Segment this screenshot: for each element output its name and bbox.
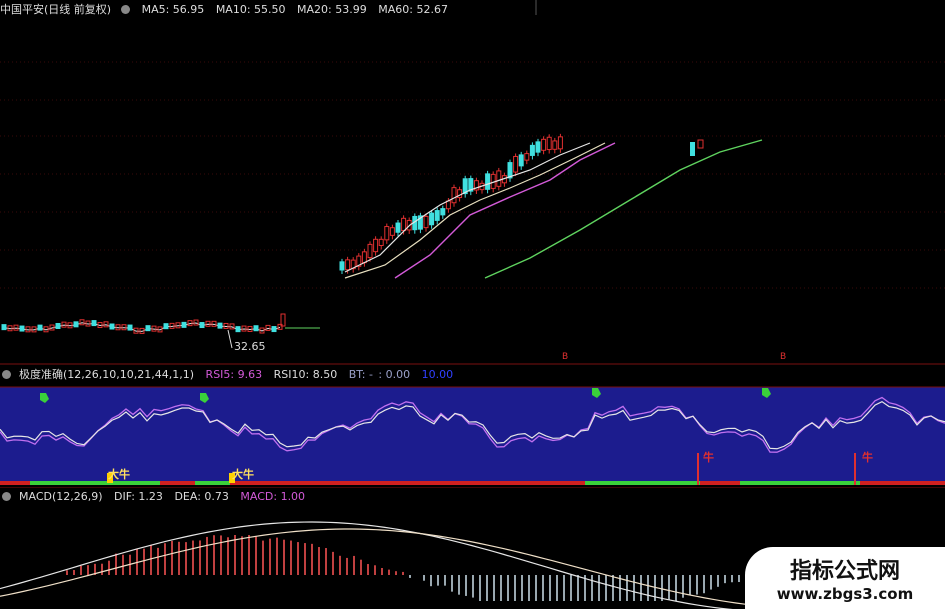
candle	[434, 210, 440, 221]
bull-head-icon	[592, 388, 601, 398]
dif-label: DIF: 1.23	[114, 490, 163, 503]
candle	[253, 325, 259, 332]
candle	[339, 261, 345, 271]
macd-title: MACD(12,26,9)	[19, 490, 103, 503]
level-value: 10.00	[421, 368, 454, 381]
low-pointer	[227, 329, 233, 349]
candle	[445, 200, 451, 210]
bull-signal-label: 牛	[703, 451, 714, 464]
settings-dot-icon[interactable]	[2, 492, 11, 501]
macd-header: MACD(12,26,9) DIF: 1.23 DEA: 0.73 MACD: …	[0, 487, 313, 507]
candle	[541, 138, 547, 151]
candle	[496, 170, 502, 187]
macd-label: MACD: 1.00	[240, 490, 306, 503]
candle	[535, 141, 541, 153]
signal-bar-green	[195, 481, 230, 485]
candle	[19, 325, 25, 332]
candle	[440, 208, 446, 216]
candle	[373, 238, 379, 253]
candle	[235, 326, 241, 333]
bull-head-icon	[40, 393, 49, 403]
candle	[271, 326, 277, 333]
bull-head-icon	[762, 388, 771, 398]
candle	[513, 155, 519, 173]
ma5-line	[344, 142, 591, 273]
buy-marker: B	[562, 352, 569, 362]
candle	[361, 251, 367, 264]
candle	[429, 212, 435, 226]
low-price-label: 32.65	[234, 340, 266, 353]
bull-signal-label: 大牛	[232, 468, 254, 481]
candle	[55, 322, 61, 329]
ma60-label: MA60: 52.67	[378, 3, 448, 16]
candle	[345, 259, 351, 271]
watermark-title: 指标公式网	[789, 558, 900, 583]
rsi5-line	[0, 396, 945, 453]
ma10-line	[344, 142, 606, 279]
rsi-panel[interactable]: 极度准确(12,26,10,10,21,44,1,1) RSI5: 9.63 R…	[0, 365, 945, 487]
signal-bar-green	[740, 481, 860, 485]
candle	[217, 322, 223, 329]
candle	[384, 226, 390, 241]
candle	[524, 153, 530, 161]
watermark-url: www.zbgs3.com	[776, 585, 914, 603]
candle	[557, 136, 563, 150]
candle	[529, 144, 535, 156]
candle	[1, 324, 7, 331]
candle	[145, 325, 151, 332]
candle	[37, 324, 43, 331]
candlestick-panel[interactable]: 中国平安(日线 前复权) MA5: 56.95 MA10: 55.50 MA20…	[0, 0, 945, 365]
candle	[73, 321, 79, 328]
candle	[690, 142, 695, 156]
rsi-title: 极度准确(12,26,10,10,21,44,1,1)	[19, 368, 195, 381]
candle	[395, 222, 401, 233]
ma5-label: MA5: 56.95	[141, 3, 205, 16]
candle	[378, 238, 384, 246]
candle	[552, 140, 558, 150]
settings-dot-icon[interactable]	[2, 370, 11, 379]
bt-label: BT: -	[348, 368, 373, 381]
candle	[401, 217, 407, 232]
ma20-line	[394, 142, 616, 279]
buy-marker: B	[780, 352, 787, 362]
candle	[451, 187, 457, 204]
candle	[163, 323, 169, 330]
rsi10-line	[0, 400, 945, 450]
candle	[423, 215, 429, 229]
ma10-label: MA10: 55.50	[215, 3, 286, 16]
bt-value: : 0.00	[378, 368, 411, 381]
rsi-header: 极度准确(12,26,10,10,21,44,1,1) RSI5: 9.63 R…	[0, 365, 461, 385]
candle	[127, 324, 133, 331]
bull-head-icon	[200, 393, 209, 403]
dea-label: DEA: 0.73	[174, 490, 229, 503]
candle	[121, 324, 127, 331]
candle	[205, 320, 211, 327]
candle	[518, 154, 524, 167]
candle	[181, 321, 187, 328]
rsi5-label: RSI5: 9.63	[205, 368, 263, 381]
candle	[367, 243, 373, 259]
candlestick-chart	[0, 0, 945, 365]
rsi10-label: RSI10: 8.50	[273, 368, 338, 381]
candle	[109, 323, 115, 330]
candle	[91, 320, 97, 327]
candle	[697, 139, 704, 149]
candle	[199, 322, 205, 329]
signal-bar-green	[30, 481, 160, 485]
bull-signal-label: 大牛	[108, 468, 130, 481]
candle	[485, 173, 491, 190]
bull-signal-label: 牛	[862, 451, 873, 464]
site-watermark: 指标公式网 www.zbgs3.com	[745, 547, 945, 609]
main-header: 中国平安(日线 前复权) MA5: 56.95 MA10: 55.50 MA20…	[0, 0, 456, 20]
stock-title: 中国平安(日线 前复权)	[0, 3, 112, 16]
candle	[389, 227, 395, 236]
settings-dot-icon[interactable]	[121, 5, 131, 14]
candle	[546, 136, 552, 151]
signal-bar-green	[585, 481, 700, 485]
ma20-label: MA20: 53.99	[297, 3, 367, 16]
